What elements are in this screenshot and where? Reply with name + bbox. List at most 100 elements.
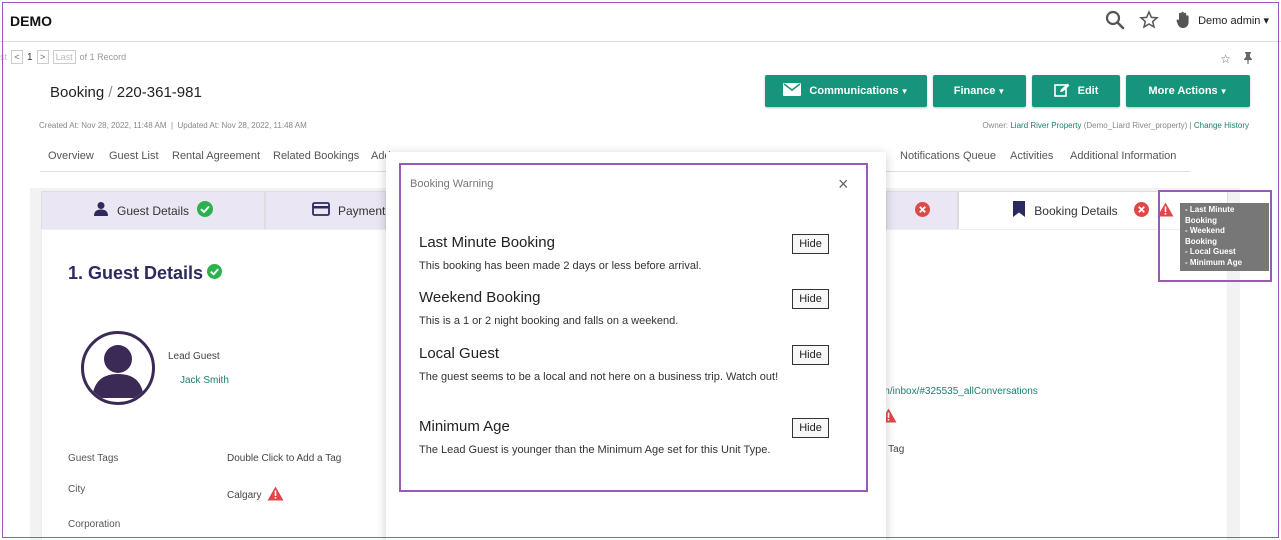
step-tab-guest-details-label: Guest Details — [116, 203, 190, 218]
user-name: Demo admin — [1198, 15, 1261, 27]
credit-card-icon — [312, 202, 330, 219]
owner-link[interactable]: Liard River Property — [1010, 121, 1081, 130]
hide-button[interactable]: Hide — [792, 345, 829, 365]
tooltip-line: Booking — [1185, 215, 1217, 225]
warning-weekend: Weekend Booking This is a 1 or 2 night b… — [419, 289, 839, 330]
tooltip-line: - Weekend — [1185, 226, 1225, 235]
step-tab-booking-details-label: Booking Details — [1034, 203, 1118, 218]
error-circle-icon — [914, 201, 930, 220]
page-tools: ☆ — [1220, 52, 1253, 67]
communications-label: Communications — [809, 85, 899, 97]
close-icon[interactable]: × — [838, 174, 849, 195]
warning-desc: The Lead Guest is younger than the Minim… — [419, 444, 771, 456]
warning-title: Last Minute Booking — [419, 234, 555, 251]
warning-desc: The guest seems to be a local and not he… — [419, 371, 779, 383]
caret-down-icon: ▼ — [1219, 86, 1228, 96]
step-tab-payment[interactable]: Payment — [265, 191, 386, 229]
step-tab-payment-label: Payment — [338, 203, 386, 218]
corporation-label: Corporation — [68, 519, 121, 530]
step-tab-guest-details[interactable]: Guest Details — [41, 191, 265, 229]
tab-related-bookings[interactable]: Related Bookings — [273, 150, 359, 162]
caret-down-icon: ▼ — [900, 86, 909, 96]
communications-button[interactable]: Communications ▼ — [765, 75, 927, 107]
warning-triangle-icon[interactable] — [267, 486, 284, 504]
edit-button[interactable]: Edit — [1032, 75, 1120, 107]
caret-down-icon: ▼ — [997, 86, 1006, 96]
warning-minimum-age: Minimum Age The Lead Guest is younger th… — [419, 418, 839, 459]
tab-activities[interactable]: Activities — [1010, 150, 1053, 162]
more-actions-label: More Actions — [1148, 85, 1218, 97]
star-icon[interactable] — [1139, 10, 1159, 30]
change-history-link[interactable]: Change History — [1194, 121, 1249, 130]
hide-button[interactable]: Hide — [792, 234, 829, 254]
hide-button[interactable]: Hide — [792, 289, 829, 309]
pager-page-number: 1 — [27, 51, 33, 63]
tab-overview[interactable]: Overview — [48, 150, 94, 162]
modal-title: Booking Warning — [410, 178, 494, 190]
pager-prev-button[interactable]: < — [11, 50, 24, 64]
owner-info: Owner: Liard River Property (Demo_Liard … — [982, 121, 1249, 130]
created-at: Created At: Nov 28, 2022, 11:48 AM — [39, 121, 167, 130]
envelope-icon — [783, 83, 802, 99]
pager-first[interactable]: st — [0, 52, 7, 62]
record-meta: Created At: Nov 28, 2022, 11:48 AM | Upd… — [39, 121, 307, 130]
city-label: City — [68, 484, 86, 495]
user-icon — [93, 201, 109, 220]
guest-tags-value[interactable]: Double Click to Add a Tag — [227, 453, 341, 464]
brand-logo: DEMO — [10, 13, 52, 29]
tooltip-line: - Last Minute — [1185, 205, 1235, 214]
top-bar: DEMO Demo admin ▾ — [0, 0, 1281, 42]
owner-prefix: Owner: — [982, 121, 1009, 130]
edit-label: Edit — [1077, 85, 1099, 97]
pager-last-button[interactable]: Last — [52, 50, 76, 64]
top-icons — [1105, 10, 1193, 30]
guest-tags-label: Guest Tags — [68, 453, 119, 464]
finance-button[interactable]: Finance ▼ — [933, 75, 1026, 107]
warning-title: Local Guest — [419, 345, 500, 362]
page-title: Booking / 220-361-981 — [50, 84, 202, 101]
booking-label: Booking — [50, 84, 105, 101]
avatar — [81, 331, 155, 405]
more-actions-button[interactable]: More Actions ▼ — [1126, 75, 1250, 107]
hand-icon[interactable] — [1173, 10, 1193, 30]
lead-guest-label: Lead Guest — [168, 351, 220, 362]
favorite-star-icon[interactable]: ☆ — [1220, 52, 1231, 67]
edit-icon — [1053, 83, 1070, 100]
tab-rental-agreement[interactable]: Rental Agreement — [172, 150, 260, 162]
check-circle-icon — [197, 201, 214, 220]
bookmark-icon — [1012, 201, 1026, 220]
booking-number: 220-361-981 — [116, 84, 202, 101]
tab-additional-information[interactable]: Additional Information — [1070, 150, 1176, 162]
search-icon[interactable] — [1105, 10, 1125, 30]
guest-details-heading: 1. Guest Details — [68, 263, 223, 284]
hide-button[interactable]: Hide — [792, 418, 829, 438]
city-text: Calgary — [227, 489, 262, 501]
inbox-link[interactable]: om/inbox/#325535_allConversations — [876, 386, 1038, 397]
warning-desc: This booking has been made 2 days or les… — [419, 260, 702, 272]
title-separator: / — [108, 84, 113, 101]
user-menu[interactable]: Demo admin ▾ — [1198, 14, 1269, 27]
action-buttons: Communications ▼ Finance ▼ Edit More Actio… — [765, 75, 1250, 107]
guest-heading-text: 1. Guest Details — [68, 263, 204, 283]
finance-label: Finance — [953, 85, 996, 97]
updated-at: Updated At: Nov 28, 2022, 11:48 AM — [177, 121, 307, 130]
warning-last-minute: Last Minute Booking This booking has bee… — [419, 234, 839, 275]
record-pager: st < 1 > Last of 1 Record — [0, 50, 126, 64]
lead-guest-name-link[interactable]: Jack Smith — [180, 375, 229, 386]
warning-tooltip: - Last Minute Booking - Weekend Booking … — [1180, 203, 1269, 271]
warning-local-guest: Local Guest The guest seems to be a loca… — [419, 345, 839, 386]
tooltip-line: - Minimum Age — [1185, 257, 1243, 267]
warning-title: Weekend Booking — [419, 289, 541, 306]
pager-next-button[interactable]: > — [36, 50, 49, 64]
city-value: Calgary — [227, 486, 284, 504]
owner-suffix: (Demo_Liard River_property) — [1083, 121, 1188, 130]
pin-icon[interactable] — [1243, 52, 1253, 67]
warning-desc: This is a 1 or 2 night booking and falls… — [419, 315, 679, 327]
step-tab-hidden[interactable] — [886, 191, 958, 229]
tab-guest-list[interactable]: Guest List — [109, 150, 159, 162]
tooltip-line: - Local Guest — [1185, 247, 1236, 256]
tooltip-line: Booking — [1185, 236, 1217, 246]
check-circle-icon — [207, 263, 223, 284]
error-circle-icon — [1133, 201, 1149, 220]
tab-notifications-queue[interactable]: Notifications Queue — [900, 150, 996, 162]
